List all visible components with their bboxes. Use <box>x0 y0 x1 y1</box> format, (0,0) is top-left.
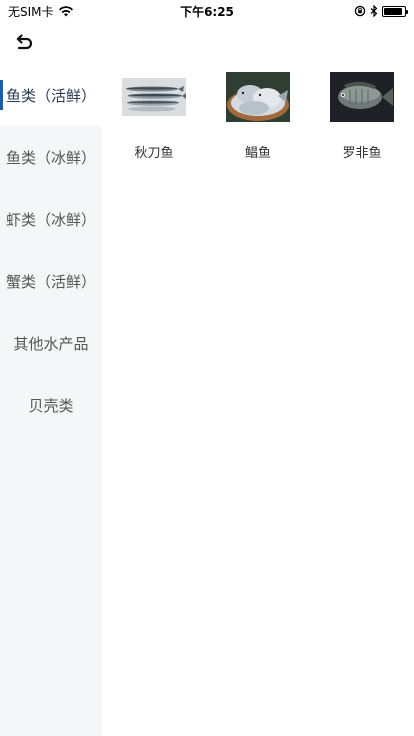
undo-arrow-icon <box>13 32 35 56</box>
product-name: 秋刀鱼 <box>134 146 174 161</box>
status-left: 无SIM卡 <box>8 3 74 20</box>
sidebar-item-label: 鱼类（活鲜） <box>5 86 96 105</box>
carrier-label: 无SIM卡 <box>8 4 54 19</box>
battery-level <box>384 7 402 15</box>
product-item-tilapia[interactable]: 罗非鱼 <box>310 72 414 161</box>
sidebar-item-label: 蟹类（活鲜） <box>5 272 96 291</box>
saury-fish-image <box>122 72 186 122</box>
status-right <box>354 5 408 17</box>
battery-icon <box>382 5 408 17</box>
sidebar-item-label: 贝壳类 <box>28 396 74 415</box>
product-grid: 秋刀鱼 鲳鱼 罗非鱼 <box>102 64 414 161</box>
product-name: 罗非鱼 <box>342 146 382 161</box>
pomfret-fish-image <box>226 72 290 122</box>
category-sidebar: 鱼类（活鲜） 鱼类（冰鲜） 虾类（冰鲜） 蟹类（活鲜） 其他水产品 贝壳类 <box>0 64 102 736</box>
sidebar-item-label: 其他水产品 <box>13 334 89 353</box>
sidebar-item-label: 虾类（冰鲜） <box>5 210 96 229</box>
sidebar-item-live-fish[interactable]: 鱼类（活鲜） <box>0 64 102 126</box>
wifi-icon <box>58 5 74 17</box>
sidebar-item-chilled-shrimp[interactable]: 虾类（冰鲜） <box>0 188 102 250</box>
tilapia-fish-image <box>330 72 394 122</box>
product-name: 鲳鱼 <box>244 146 271 161</box>
sidebar-item-other-seafood[interactable]: 其他水产品 <box>0 312 102 374</box>
back-button[interactable] <box>8 28 40 60</box>
sidebar-item-label: 鱼类（冰鲜） <box>5 148 96 167</box>
sidebar-item-live-crab[interactable]: 蟹类（活鲜） <box>0 250 102 312</box>
orientation-lock-icon <box>354 5 366 17</box>
bluetooth-icon <box>370 5 378 17</box>
product-item-pomfret[interactable]: 鲳鱼 <box>206 72 310 161</box>
sidebar-item-chilled-fish[interactable]: 鱼类（冰鲜） <box>0 126 102 188</box>
product-content: 秋刀鱼 鲳鱼 罗非鱼 <box>102 64 414 736</box>
product-item-saury[interactable]: 秋刀鱼 <box>102 72 206 161</box>
sidebar-item-shellfish[interactable]: 贝壳类 <box>0 374 102 436</box>
app-screen: 无SIM卡 下午6:25 鱼类（活鲜） 鱼类（冰鲜） 虾类（冰鲜） 蟹类（活鲜）… <box>0 0 414 736</box>
navigation-bar <box>0 22 414 66</box>
status-bar: 无SIM卡 下午6:25 <box>0 0 414 22</box>
